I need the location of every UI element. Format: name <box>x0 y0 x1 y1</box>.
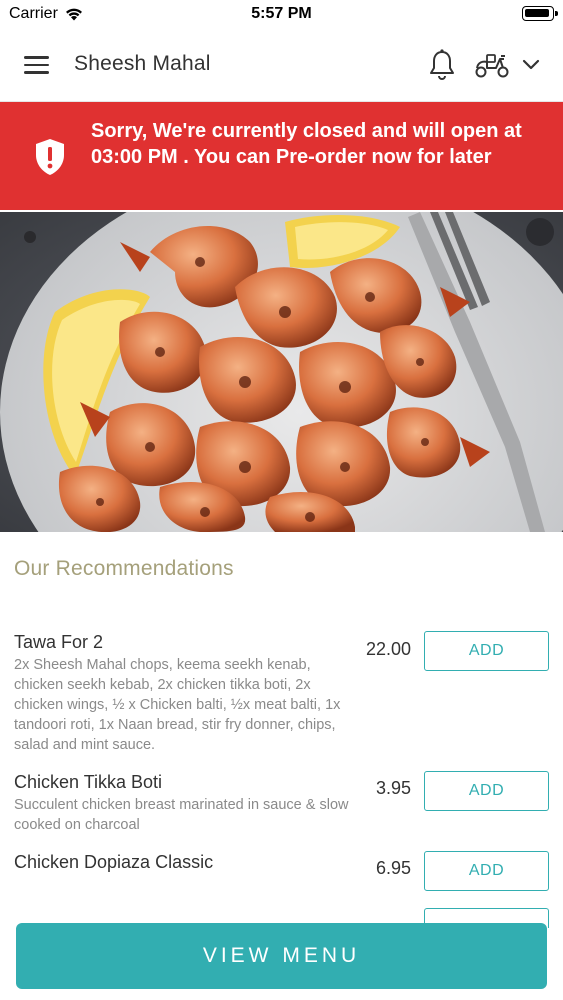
chevron-down-icon[interactable] <box>521 56 541 72</box>
closed-message: Sorry, We're currently closed and will o… <box>91 120 522 168</box>
add-button[interactable]: ADD <box>424 851 549 891</box>
bell-icon[interactable] <box>428 49 456 81</box>
view-menu-button[interactable]: VIEW MENU <box>16 923 547 989</box>
shield-alert-icon <box>36 139 64 175</box>
recommendations-title: Our Recommendations <box>14 557 234 580</box>
item-description: 2x Sheesh Mahal chops, keema seekh kenab… <box>14 657 341 753</box>
item-description: Succulent chicken breast marinated in sa… <box>14 797 349 833</box>
battery-icon <box>522 6 558 21</box>
restaurant-title: Sheesh Mahal <box>74 52 211 75</box>
menu-item: Tawa For 2 2x Sheesh Mahal chops, keema … <box>14 631 549 755</box>
prawns-illustration <box>0 212 563 532</box>
app-header: Sheesh Mahal <box>0 28 563 102</box>
item-price: 6.95 <box>375 858 411 878</box>
status-time: 5:57 PM <box>251 5 312 22</box>
hero-image <box>0 212 563 532</box>
menu-item: Chicken Dopiaza Classic 6.95 ADD <box>14 851 549 891</box>
item-price: 22.00 <box>365 639 411 659</box>
add-button[interactable]: ADD <box>424 631 549 671</box>
status-bar: Carrier 5:57 PM <box>0 0 563 28</box>
scooter-icon[interactable] <box>474 51 510 79</box>
add-button[interactable]: ADD <box>424 771 549 811</box>
closed-banner: Sorry, We're currently closed and will o… <box>0 102 563 210</box>
menu-item: Chicken Tikka Boti Succulent chicken bre… <box>14 771 549 835</box>
menu-icon[interactable] <box>24 56 49 74</box>
item-price: 3.95 <box>375 778 411 798</box>
